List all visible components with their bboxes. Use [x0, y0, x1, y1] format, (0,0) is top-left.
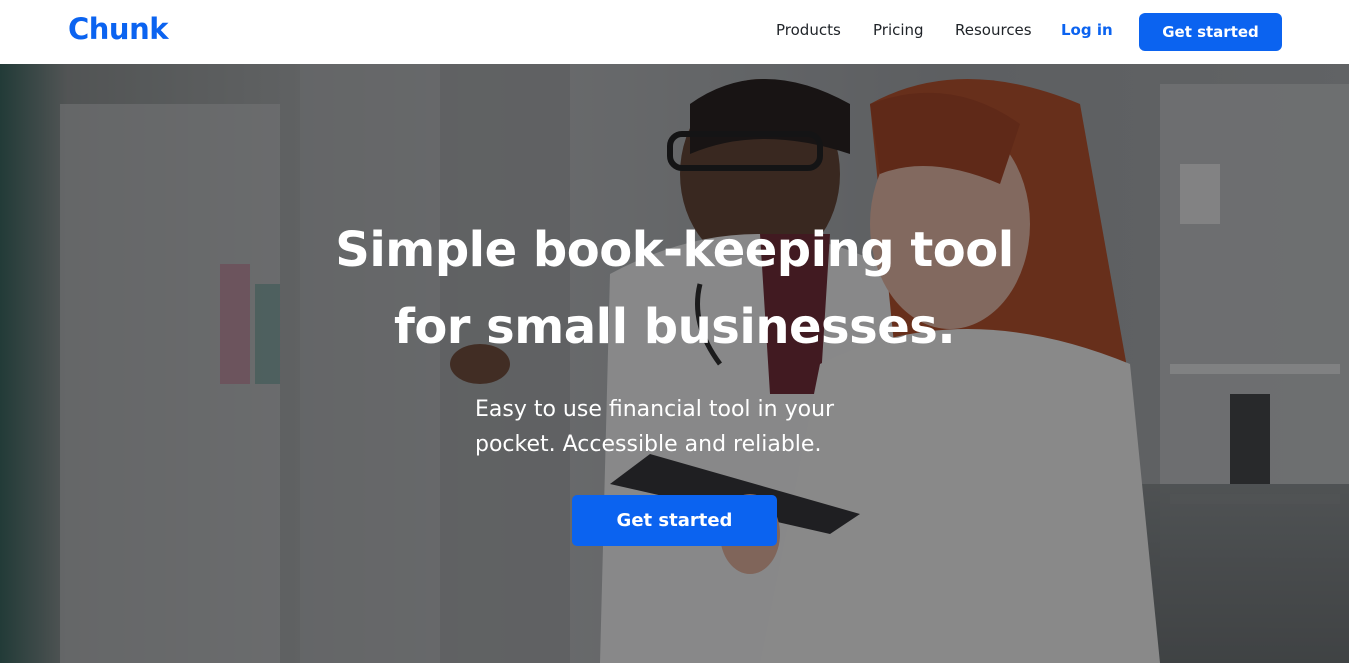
- hero-title-line-2: for small businesses.: [393, 299, 956, 355]
- hero-title-line-1: Simple book-keeping tool: [335, 222, 1014, 278]
- hero-subtitle-line-1: Easy to use financial tool in your: [475, 397, 835, 422]
- hero-subtitle: Easy to use financial tool in your pocke…: [475, 392, 895, 462]
- top-navbar: Chunk Products Pricing Resources Log in …: [0, 0, 1349, 64]
- hero-section: Simple book-keeping tool for small busin…: [0, 64, 1349, 663]
- nav-get-started-button[interactable]: Get started: [1139, 13, 1282, 51]
- nav-link-pricing[interactable]: Pricing: [873, 21, 924, 39]
- nav-link-products[interactable]: Products: [776, 21, 841, 39]
- main-nav: Products Pricing Resources Log in Get st…: [0, 0, 1349, 64]
- login-link[interactable]: Log in: [1061, 21, 1113, 39]
- hero-get-started-button[interactable]: Get started: [572, 495, 777, 546]
- hero-subtitle-line-2: pocket. Accessible and reliable.: [475, 432, 822, 457]
- hero-title: Simple book-keeping tool for small busin…: [0, 212, 1349, 366]
- nav-link-resources[interactable]: Resources: [955, 21, 1032, 39]
